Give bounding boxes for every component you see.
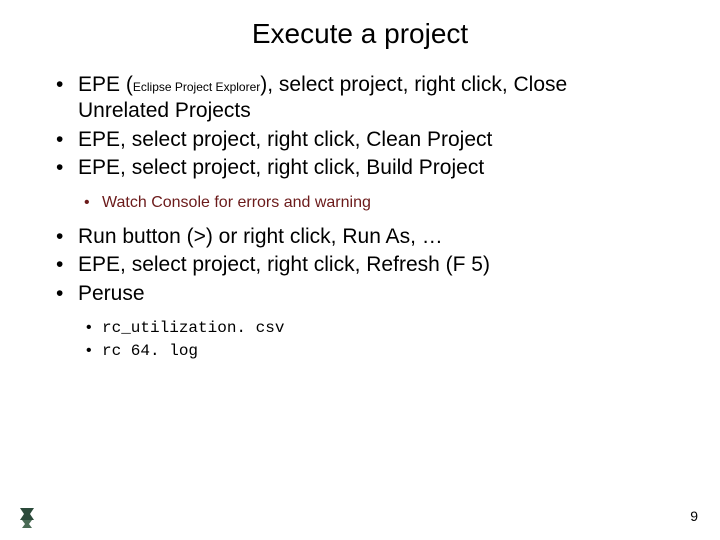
text-sub: Eclipse Project Explorer: [133, 80, 260, 94]
text: EPE (: [78, 73, 133, 96]
bullet-list-1: EPE (Eclipse Project Explorer), select p…: [56, 72, 664, 181]
sub-item-code: rc 64. log: [84, 340, 664, 363]
page-number: 9: [690, 508, 698, 524]
slide-title: Execute a project: [56, 18, 664, 50]
bullet-item: EPE, select project, right click, Build …: [56, 155, 664, 181]
bullet-item: EPE, select project, right click, Clean …: [56, 127, 664, 153]
sub-list-1: Watch Console for errors and warning: [84, 191, 664, 214]
bullet-item: EPE, select project, right click, Refres…: [56, 252, 664, 278]
logo-icon: [18, 506, 36, 528]
sub-list-2: rc_utilization. csv rc 64. log: [84, 317, 664, 363]
sub-item: Watch Console for errors and warning: [84, 191, 664, 214]
bullet-item: EPE (Eclipse Project Explorer), select p…: [56, 72, 664, 125]
bullet-list-2: Run button (>) or right click, Run As, ……: [56, 224, 664, 307]
sub-item-code: rc_utilization. csv: [84, 317, 664, 340]
bullet-item: Run button (>) or right click, Run As, …: [56, 224, 664, 250]
slide: Execute a project EPE (Eclipse Project E…: [0, 0, 720, 540]
bullet-item: Peruse: [56, 281, 664, 307]
